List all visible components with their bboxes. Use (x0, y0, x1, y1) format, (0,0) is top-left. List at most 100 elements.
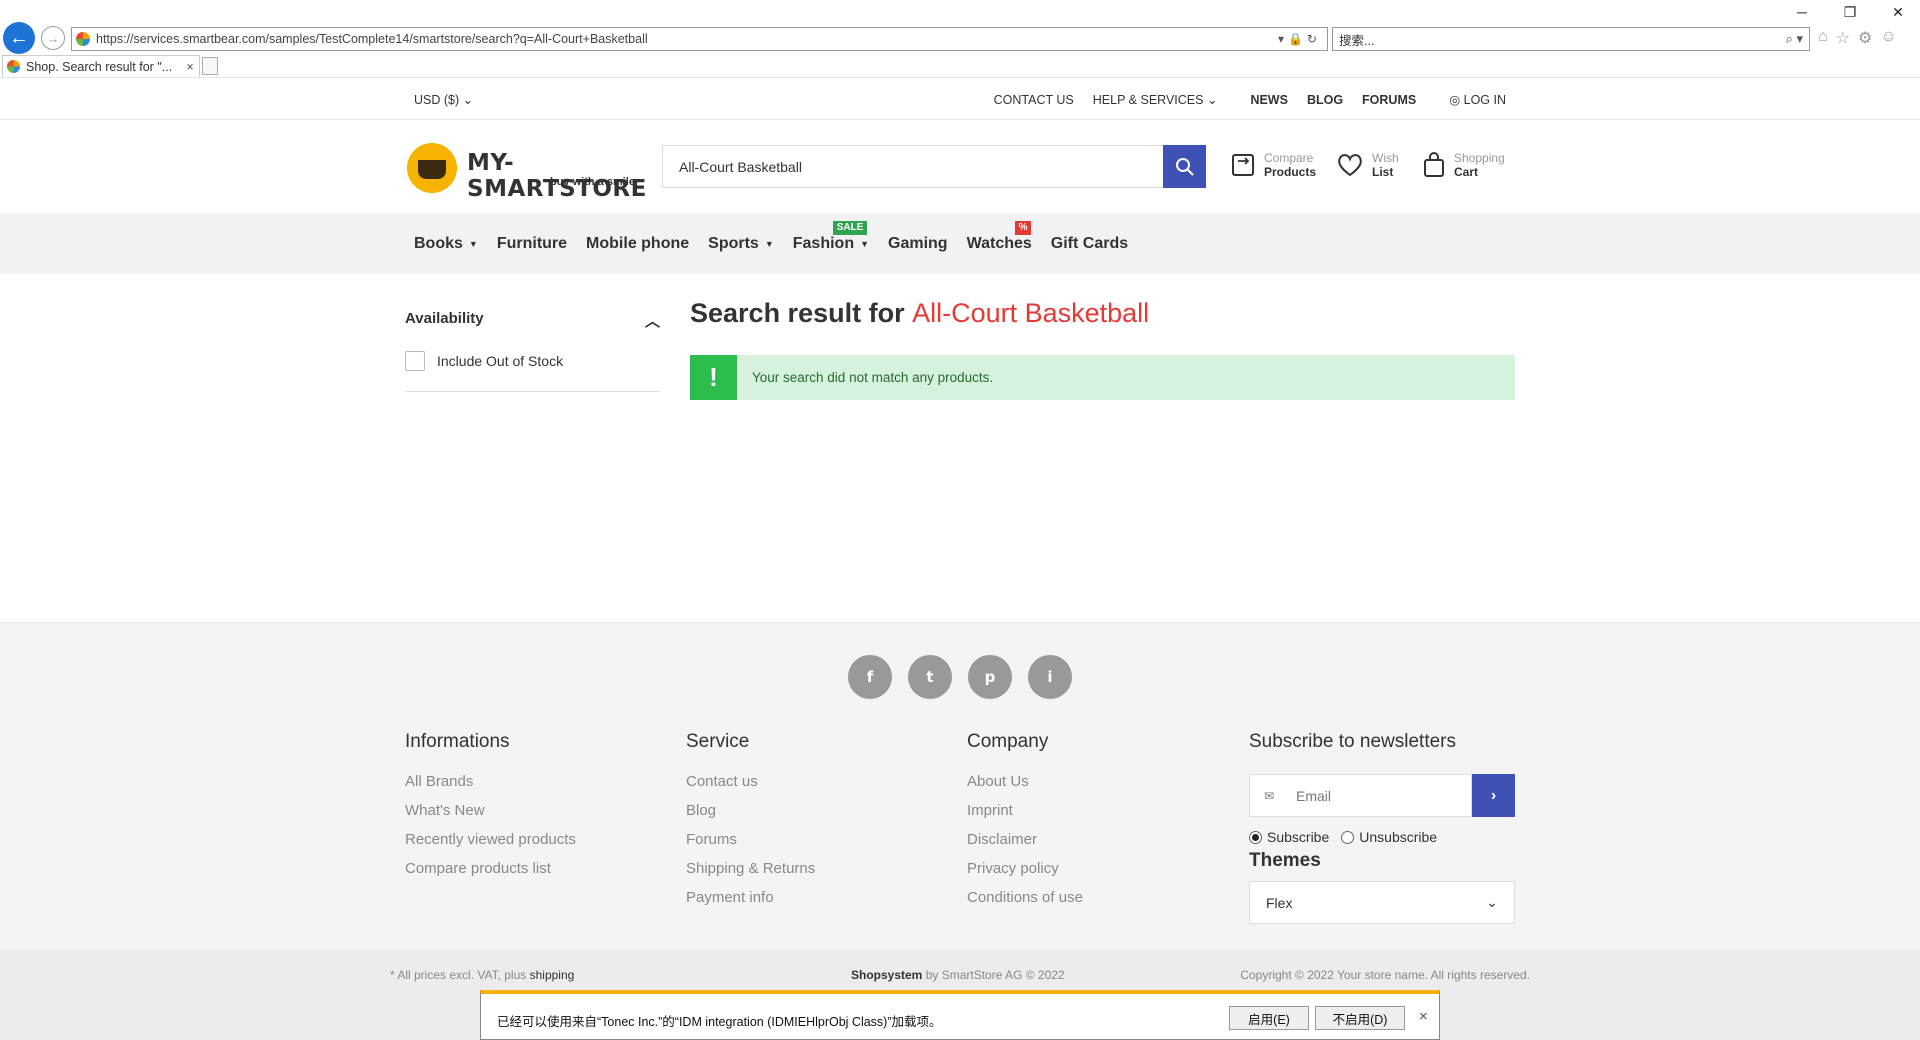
footer-link[interactable]: Contact us (686, 767, 815, 796)
nav-item-gaming[interactable]: Gaming (888, 235, 948, 253)
search-field[interactable] (662, 145, 1164, 188)
nav-label: Books (414, 235, 463, 252)
include-out-of-stock-option[interactable]: Include Out of Stock (405, 351, 660, 371)
theme-select[interactable]: Flex ⌄ (1249, 881, 1515, 924)
unsubscribe-radio[interactable] (1341, 830, 1355, 844)
new-tab-button[interactable] (202, 57, 218, 75)
theme-selected-value: Flex (1266, 894, 1293, 911)
close-window-icon[interactable]: ✕ (1888, 4, 1908, 21)
chevron-up-icon[interactable]: ︿ (645, 310, 660, 331)
currency-selector[interactable]: USD ($) ⌄ (414, 92, 473, 107)
newsletter-heading: Subscribe to newsletters (1249, 731, 1456, 752)
nav-item-books[interactable]: Books ▼ (414, 235, 478, 253)
browser-search-placeholder[interactable]: 搜索... (1339, 30, 1786, 49)
facebook-icon[interactable]: f (848, 655, 892, 699)
footer-link[interactable]: Recently viewed products (405, 825, 576, 854)
nav-item-fashion[interactable]: SALE Fashion ▼ (793, 221, 869, 253)
footer-link[interactable]: Payment info (686, 883, 815, 912)
site-header: MY-SMARTSTORE buy with a smile ComparePr… (0, 121, 1920, 213)
shopsystem-link[interactable]: Shopsystem (851, 968, 922, 982)
subscription-options: Subscribe Unsubscribe (1249, 829, 1437, 845)
wish-list-button[interactable]: Wish List (1336, 151, 1399, 179)
footer-link[interactable]: Privacy policy (967, 854, 1083, 883)
footer-service: Service Contact us Blog Forums Shipping … (686, 731, 815, 912)
tab-favicon-icon (7, 60, 20, 73)
shopping-bag-icon (1424, 152, 1444, 177)
shopsystem-by: by SmartStore AG © 2022 (922, 968, 1065, 982)
nav-label: Gift Cards (1050, 235, 1129, 252)
heart-icon (1338, 154, 1362, 177)
footer-link[interactable]: Shipping & Returns (686, 854, 815, 883)
nav-item-watches[interactable]: % Watches (967, 221, 1032, 253)
disable-button[interactable]: 不启用(D) (1315, 1006, 1405, 1030)
shipping-link[interactable]: shipping (530, 968, 575, 982)
footer-link[interactable]: All Brands (405, 767, 576, 796)
news-link[interactable]: NEWS (1250, 93, 1288, 107)
site-footer: f t p i Informations All Brands What's N… (0, 622, 1920, 950)
nav-item-sports[interactable]: Sports ▼ (708, 235, 774, 253)
footer-link[interactable]: Imprint (967, 796, 1083, 825)
top-bar: USD ($) ⌄ CONTACT US HELP & SERVICES ⌄ N… (0, 79, 1920, 120)
email-placeholder[interactable]: Email (1296, 788, 1331, 804)
footer-link[interactable]: About Us (967, 767, 1083, 796)
compare-products-button[interactable]: Compare Products (1230, 151, 1316, 179)
window-controls: ─ ❐ ✕ (1792, 4, 1908, 21)
search-input[interactable] (663, 146, 1164, 187)
footer-link[interactable]: Disclaimer (967, 825, 1083, 854)
nav-item-mobile-phone[interactable]: Mobile phone (586, 235, 689, 253)
back-arrow-icon[interactable]: ← (3, 22, 35, 54)
smiley-icon[interactable]: ☺ (1880, 28, 1896, 48)
nav-item-furniture[interactable]: Furniture (497, 235, 567, 253)
email-field[interactable]: ✉ Email (1249, 774, 1472, 817)
blog-link[interactable]: BLOG (1307, 93, 1343, 107)
subscribe-radio[interactable] (1249, 830, 1262, 844)
footer-link[interactable]: Compare products list (405, 854, 576, 883)
help-services-link[interactable]: HELP & SERVICES ⌄ (1093, 92, 1218, 107)
search-button[interactable] (1163, 145, 1206, 188)
subscribe-label: Subscribe (1267, 829, 1330, 845)
top-links: CONTACT US HELP & SERVICES ⌄ NEWS BLOG F… (994, 92, 1506, 108)
footer-link[interactable]: What's New (405, 796, 576, 825)
nav-label: Furniture (496, 235, 568, 252)
unsubscribe-option[interactable]: Unsubscribe (1341, 829, 1437, 845)
url-text[interactable]: https://services.smartbear.com/samples/T… (96, 32, 1278, 46)
login-link[interactable]: ◎ LOG IN (1449, 92, 1506, 107)
include-out-of-stock-checkbox[interactable] (405, 351, 425, 371)
close-icon[interactable]: × (1419, 1008, 1428, 1025)
contact-us-link[interactable]: CONTACT US (994, 93, 1074, 107)
forward-arrow-icon[interactable]: → (41, 26, 65, 50)
address-controls[interactable]: ▾🔒↻ (1278, 32, 1327, 46)
include-out-of-stock-label: Include Out of Stock (437, 353, 564, 369)
address-bar[interactable]: https://services.smartbear.com/samples/T… (71, 27, 1328, 51)
minimize-icon[interactable]: ─ (1792, 4, 1812, 21)
store-logo[interactable]: MY-SMARTSTORE buy with a smile (407, 143, 647, 202)
subscribe-option[interactable]: Subscribe (1249, 829, 1329, 845)
twitter-icon[interactable]: t (908, 655, 952, 699)
forums-link[interactable]: FORUMS (1362, 93, 1416, 107)
search-icon[interactable]: ⌕ ▾ (1786, 31, 1809, 47)
enable-button[interactable]: 启用(E) (1229, 1006, 1309, 1030)
newsletter-submit-button[interactable]: › (1472, 774, 1515, 817)
nav-item-gift-cards[interactable]: Gift Cards (1051, 235, 1128, 253)
availability-filter-header[interactable]: Availability ︿ (405, 310, 660, 331)
site-favicon-icon (76, 32, 90, 46)
shopping-cart-button[interactable]: Shopping Cart (1422, 151, 1505, 179)
browser-toolbar: ⌂ ☆ ⚙ ☺ (1818, 28, 1897, 48)
settings-gear-icon[interactable]: ⚙ (1858, 28, 1872, 48)
instagram-icon[interactable]: i (1028, 655, 1072, 699)
footer-informations: Informations All Brands What's New Recen… (405, 731, 576, 883)
home-icon[interactable]: ⌂ (1818, 28, 1828, 48)
footer-link[interactable]: Blog (686, 796, 815, 825)
footer-link[interactable]: Forums (686, 825, 815, 854)
shopsystem-credit: Shopsystem by SmartStore AG © 2022 (851, 968, 1065, 982)
envelope-icon: ✉ (1264, 788, 1275, 803)
tab-close-icon[interactable]: × (181, 60, 199, 74)
browser-tab[interactable]: Shop. Search result for "... × (2, 55, 200, 77)
restore-icon[interactable]: ❐ (1840, 4, 1860, 21)
browser-search-box[interactable]: 搜索... ⌕ ▾ (1332, 27, 1810, 51)
footer-link[interactable]: Conditions of use (967, 883, 1083, 912)
favorites-star-icon[interactable]: ☆ (1836, 28, 1850, 48)
pinterest-icon[interactable]: p (968, 655, 1012, 699)
chevron-right-icon: › (1490, 786, 1497, 804)
user-icon: ◎ (1449, 93, 1461, 107)
